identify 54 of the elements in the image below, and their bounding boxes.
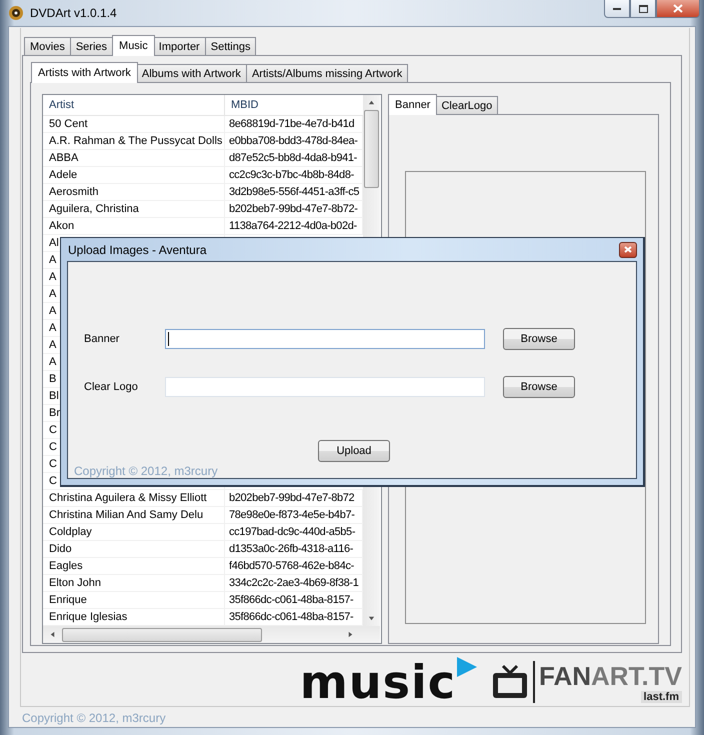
table-cell: A.R. Rahman & The Pussycat Dolls xyxy=(49,135,222,147)
table-cell: e0bba708-bdd3-478d-84ea- xyxy=(229,135,358,147)
table-cell: A xyxy=(49,271,56,283)
table-cell: Dido xyxy=(49,543,72,555)
table-cell: ABBA xyxy=(49,152,78,164)
table-cell: Coldplay xyxy=(49,526,92,538)
table-cell: Br xyxy=(49,407,60,419)
table-cell: C xyxy=(49,458,57,470)
table-cell: Akon xyxy=(49,220,74,232)
table-cell: cc2c9c3c-b7bc-4b8b-84d8- xyxy=(229,169,354,181)
table-cell: 1138a764-2212-4d0a-b02d- xyxy=(229,220,357,232)
table-cell: A xyxy=(49,305,56,317)
table-cell: Enrique Iglesias xyxy=(49,611,128,623)
table-cell: C xyxy=(49,424,57,436)
table-cell: 3d2b98e5-556f-4451-a3ff-c5 xyxy=(229,186,360,198)
table-cell: Bl xyxy=(49,390,59,402)
table-cell: A xyxy=(49,254,56,266)
table-cell: 35f866dc-c061-48ba-8157- xyxy=(229,611,354,623)
copyright-text: Copyright © 2012, m3rcury xyxy=(74,463,219,478)
field-label: Clear Logo xyxy=(84,381,139,393)
table-cell: A xyxy=(49,322,56,334)
lastfm-logo: last.fm xyxy=(640,691,682,703)
table-cell: b202beb7-99bd-47e7-8b72- xyxy=(229,203,358,215)
table-cell: 78e98e0e-f873-4e5e-b4b7- xyxy=(229,509,355,521)
table-cell: B xyxy=(49,373,56,385)
table-cell: cc197bad-dc9c-440d-a5b5- xyxy=(229,526,356,538)
table-cell: d1353a0c-26fb-4318-a116- xyxy=(229,543,354,555)
table-cell: Eagles xyxy=(49,560,83,572)
table-cell: C xyxy=(49,441,57,453)
table-cell: Aerosmith xyxy=(49,186,99,198)
table-cell: b202beb7-99bd-47e7-8b72 xyxy=(229,492,354,504)
table-cell: 334c2c2c-2ae3-4b69-8f38-1 xyxy=(229,577,358,589)
table-cell: C xyxy=(49,475,57,487)
table-cell: Aguilera, Christina xyxy=(49,203,139,215)
table-cell: Christina Aguilera & Missy Elliott xyxy=(49,492,207,504)
table-cell: A xyxy=(49,356,56,368)
table-cell: A xyxy=(49,288,56,300)
field-label: Banner xyxy=(84,333,120,345)
table-cell: Elton John xyxy=(49,577,101,589)
fanart-logo: FANART.TV xyxy=(539,661,682,691)
table-cell: Adele xyxy=(49,169,78,181)
copyright-text: Copyright © 2012, m3rcury xyxy=(21,710,167,725)
music-logo: music xyxy=(300,655,456,709)
table-cell: 50 Cent xyxy=(49,118,88,130)
table-cell: 8e68819d-71be-4e7d-b41d xyxy=(229,118,354,130)
table-cell: Christina Milian And Samy Delu xyxy=(49,509,204,521)
table-cell: f46bd570-5768-462e-b84c- xyxy=(229,560,354,572)
table-cell: A xyxy=(49,339,56,351)
window-title: DVDArt v1.0.1.4 xyxy=(30,6,117,20)
table-cell: d87e52c5-bb8d-4da8-b941- xyxy=(229,152,357,164)
dialog-title: Upload Images - Aventura xyxy=(68,242,207,256)
table-cell: Enrique xyxy=(49,594,87,606)
table-cell: 35f866dc-c061-48ba-8157- xyxy=(229,594,354,606)
table-cell: Al xyxy=(49,237,59,249)
